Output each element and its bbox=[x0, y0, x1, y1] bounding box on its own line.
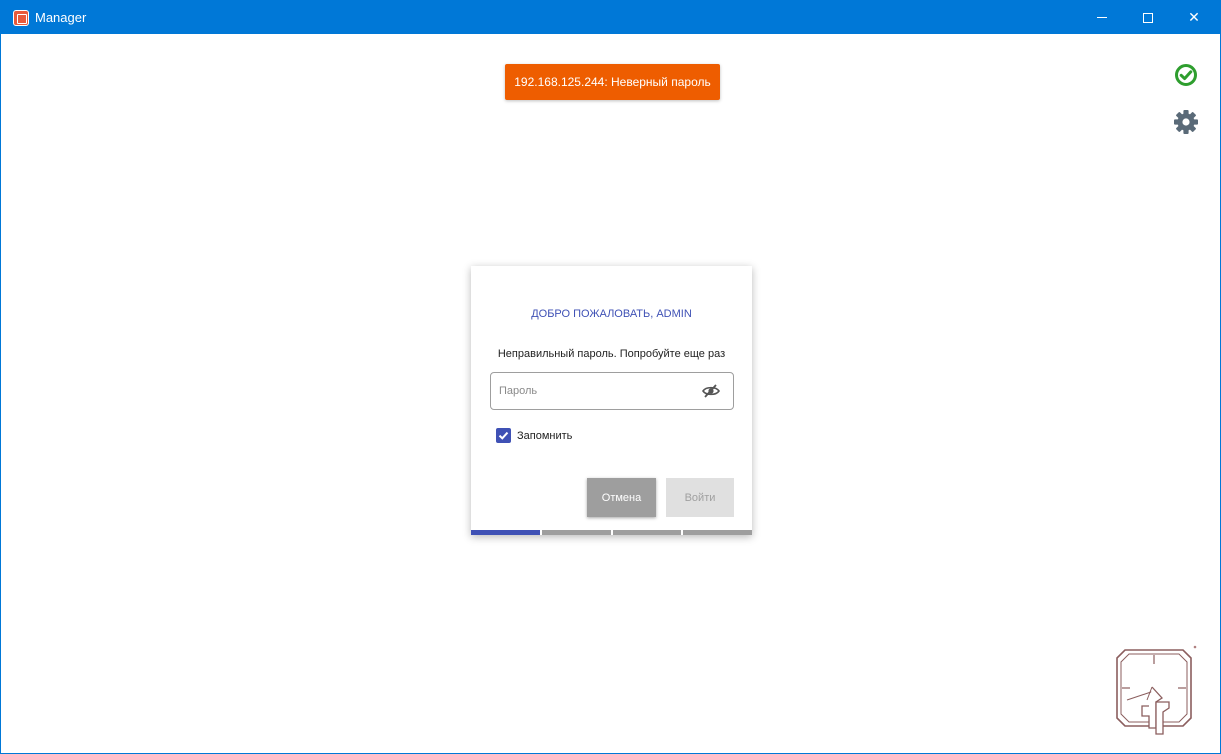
toast-text: 192.168.125.244: Неверный пароль bbox=[514, 75, 711, 89]
step-4 bbox=[683, 530, 752, 535]
company-logo bbox=[1116, 645, 1197, 735]
window-title: Manager bbox=[35, 10, 87, 25]
close-icon: ✕ bbox=[1188, 9, 1200, 26]
remember-checkbox[interactable]: Запомнить bbox=[496, 428, 572, 443]
eye-off-icon[interactable] bbox=[701, 383, 721, 399]
step-3 bbox=[612, 530, 682, 535]
login-button[interactable]: Войти bbox=[666, 478, 734, 517]
minimize-button[interactable] bbox=[1079, 1, 1125, 34]
remember-label: Запомнить bbox=[517, 429, 573, 442]
close-button[interactable]: ✕ bbox=[1171, 1, 1217, 34]
app-window: Manager ✕ 192.168.125.244: Неверный паро… bbox=[0, 0, 1221, 754]
checkbox-checked[interactable] bbox=[496, 428, 511, 443]
step-1 bbox=[471, 530, 540, 535]
check-circle-icon bbox=[1175, 64, 1197, 86]
dialog-title: ДОБРО ПОЖАЛОВАТЬ, ADMIN bbox=[531, 308, 692, 320]
minimize-icon bbox=[1097, 17, 1107, 18]
gear-icon[interactable] bbox=[1173, 109, 1199, 135]
password-field[interactable] bbox=[490, 372, 734, 410]
error-message: Неправильный пароль. Попробуйте еще раз bbox=[497, 348, 726, 360]
maximize-button[interactable] bbox=[1125, 1, 1171, 34]
password-input[interactable] bbox=[499, 382, 699, 400]
error-toast: 192.168.125.244: Неверный пароль bbox=[505, 64, 720, 100]
app-logo-icon bbox=[13, 10, 29, 26]
step-indicator bbox=[471, 530, 752, 535]
title-bar[interactable]: Manager ✕ bbox=[1, 1, 1220, 34]
checkmark-icon bbox=[498, 431, 509, 440]
cancel-button[interactable]: Отмена bbox=[587, 478, 656, 517]
step-2 bbox=[541, 530, 611, 535]
login-dialog: ДОБРО ПОЖАЛОВАТЬ, ADMIN Неправильный пар… bbox=[471, 266, 752, 535]
maximize-icon bbox=[1143, 12, 1153, 23]
